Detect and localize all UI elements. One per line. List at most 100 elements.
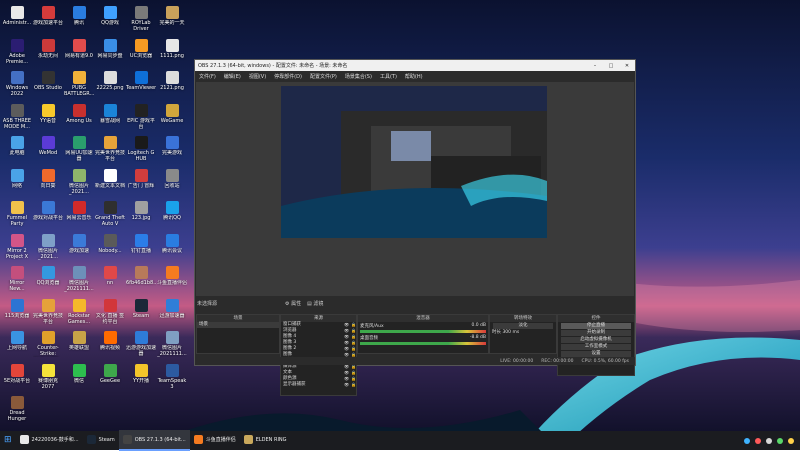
desktop-icon[interactable]: 赛博朋克 2077 [33, 363, 63, 390]
menu-item[interactable]: 帮助(H) [401, 73, 427, 80]
taskbar-app[interactable]: Steam [83, 430, 119, 451]
desktop-icon[interactable]: Steam [126, 298, 156, 325]
menu-item[interactable]: 场景集合(S) [341, 73, 376, 80]
tray-icon[interactable] [766, 437, 772, 444]
menu-item[interactable]: 视图(V) [245, 73, 270, 80]
desktop-icon[interactable]: 腾讯 [64, 6, 94, 32]
close-icon[interactable]: ✕ [619, 63, 635, 69]
control-button-2[interactable]: 启动虚拟摄像机 [561, 337, 631, 343]
menu-item[interactable]: 工具(T) [376, 73, 401, 80]
desktop-icon[interactable]: 此电脑 [2, 136, 32, 162]
desktop-icon[interactable]: 115浏览器 [2, 298, 32, 325]
desktop-icon[interactable]: 微信 [64, 363, 94, 390]
desktop-icon[interactable]: ASB THREE MODE M... [2, 103, 32, 130]
desktop-icon[interactable]: Logitech G HUB [126, 136, 156, 162]
obs-titlebar[interactable]: OBS 27.1.3 (64-bit, windows) - 配置文件: 未命名… [195, 60, 635, 71]
desktop-icon[interactable]: Mirror New... [2, 266, 32, 292]
desktop-icon[interactable]: 123.jpg [126, 201, 156, 227]
desktop-icon[interactable]: 游戏加速 [64, 233, 94, 260]
desktop-icon[interactable]: 文化 直播 签约平台 [95, 298, 125, 325]
desktop-icon[interactable]: 迅游游戏加速器 [126, 331, 156, 357]
obs-preview[interactable] [196, 82, 634, 296]
desktop-icon[interactable]: Grand Theft Auto V [95, 201, 125, 227]
source-item[interactable]: 显示器捕获 👁 🔒 [281, 382, 356, 388]
desktop-icon[interactable]: PUBG BATTLEGR... [64, 71, 94, 97]
desktop-icon[interactable]: 迅游加速器 [157, 298, 187, 325]
volume-slider[interactable] [360, 342, 486, 345]
obs-window[interactable]: OBS 27.1.3 (64-bit, windows) - 配置文件: 未命名… [194, 59, 636, 396]
desktop-icon[interactable]: Adobe Premie... [2, 38, 32, 65]
desktop-icon[interactable]: QQ游戏 [95, 6, 125, 32]
desktop-icon[interactable]: 腾讯视频 [95, 331, 125, 357]
desktop-icon[interactable]: 游戏对战平台 [33, 201, 63, 227]
desktop-icon[interactable]: 游戏加速平台 [33, 6, 63, 32]
taskbar-app[interactable]: OBS 27.1.3 (64-bit... [118, 430, 190, 451]
control-button-0[interactable]: 停止直播 [561, 323, 631, 329]
tray-icon[interactable] [755, 437, 761, 444]
desktop-icon[interactable]: QQ浏览器 [33, 266, 63, 292]
desktop-icon[interactable]: WeGame [157, 103, 187, 130]
tray-icon[interactable] [788, 437, 794, 444]
desktop-icon[interactable]: nn [95, 266, 125, 292]
desktop-icon[interactable]: 腾讯QQ [157, 201, 187, 227]
tray-icon[interactable] [777, 437, 783, 444]
taskbar-app[interactable]: 斗鱼直播伴侣 [190, 430, 240, 451]
desktop-icon[interactable]: 英雄联盟 [64, 331, 94, 357]
preview-canvas[interactable] [281, 86, 547, 238]
tray-icon[interactable] [744, 437, 750, 444]
taskbar-app[interactable]: 24220036-鼓手和... [16, 430, 83, 451]
desktop-icon[interactable]: 完美游戏 [157, 136, 187, 162]
desktop-icon[interactable]: 6fb46d1b8... [126, 266, 156, 292]
desktop-icon[interactable]: 暴雪战网 [95, 103, 125, 130]
desktop-icon[interactable]: Counter-Strike: Global Off... [33, 331, 63, 357]
desktop-icon[interactable]: 微信图片_2021111... [64, 266, 94, 292]
desktop-icon[interactable]: 腾讯会议 [157, 233, 187, 260]
desktop-icon[interactable]: 永劫无间 [33, 38, 63, 65]
desktop-icon[interactable]: 新建文本文档 [95, 168, 125, 195]
desktop-icon[interactable]: 上网导航 [2, 331, 32, 357]
desktop-icon[interactable]: 完美世界竞技平台 [33, 298, 63, 325]
menu-item[interactable]: 配置文件(P) [306, 73, 341, 80]
menu-item[interactable]: 停靠部件(D) [270, 73, 306, 80]
desktop-icon[interactable]: 2121.png [157, 71, 187, 97]
desktop-icon[interactable]: Mirror 2 Project X [2, 233, 32, 260]
desktop-icon[interactable]: UC浏览器 [126, 38, 156, 65]
desktop-icon[interactable]: 网易UU加速器 [64, 136, 94, 162]
desktop-icon[interactable]: 微信图片_2021... [33, 233, 63, 260]
desktop-icon[interactable]: 完美世界竞技平台 [95, 136, 125, 162]
transition-type-select[interactable]: 淡化 [493, 323, 553, 329]
desktop-icon[interactable]: 微信图片_2021... [64, 168, 94, 195]
desktop-icon[interactable]: 网络 [2, 168, 32, 195]
lock-icon[interactable]: 🔒 [351, 382, 356, 388]
desktop-icon[interactable]: Among Us [64, 103, 94, 130]
desktop-icon[interactable]: GeeGee [95, 363, 125, 390]
control-button-3[interactable]: 工作室模式 [561, 344, 631, 350]
minimize-icon[interactable]: – [587, 63, 603, 69]
desktop-icon[interactable]: Administr... [2, 6, 32, 32]
desktop-icon[interactable]: 广告门 冒辉 [126, 168, 156, 195]
menu-item[interactable]: 文件(F) [195, 73, 220, 80]
desktop-icon[interactable]: Windows 2022 [2, 71, 32, 97]
desktop-icon[interactable]: Fummel Party [2, 201, 32, 227]
transition-duration[interactable]: 时长 300 ms [490, 330, 556, 336]
desktop-icon[interactable]: TeamViewer [126, 71, 156, 97]
desktop-icon[interactable]: OBS Studio [33, 71, 63, 97]
visibility-eye-icon[interactable]: 👁 [344, 382, 349, 388]
desktop-icon[interactable]: ROYLab Driver [126, 6, 156, 32]
start-button[interactable]: ⊞ [0, 430, 16, 451]
taskbar-app[interactable]: ELDEN RING [240, 430, 291, 451]
desktop-icon[interactable]: WeMod [33, 136, 63, 162]
desktop-icon[interactable]: Nobody... [95, 233, 125, 260]
desktop-icon[interactable]: Dread Hunger [2, 396, 32, 422]
desktop-icon[interactable]: 网易有道9.0 [64, 38, 94, 65]
desktop-icon[interactable]: Rockstar Games... [64, 298, 94, 325]
maximize-icon[interactable]: □ [603, 63, 619, 69]
desktop-icon[interactable]: 微信图片_2021111... [157, 331, 187, 357]
desktop-icon[interactable]: TeamSpeak 3 [157, 363, 187, 390]
volume-slider[interactable] [360, 330, 486, 333]
desktop-icon[interactable]: 钉钉直播 [126, 233, 156, 260]
desktop-icon[interactable]: EPIC 游戏平台 [126, 103, 156, 130]
control-button-1[interactable]: 开始录制 [561, 330, 631, 336]
desktop-icon[interactable]: 完美的一天 [157, 6, 187, 32]
properties-button[interactable]: ⚙ 属性 [285, 300, 301, 307]
